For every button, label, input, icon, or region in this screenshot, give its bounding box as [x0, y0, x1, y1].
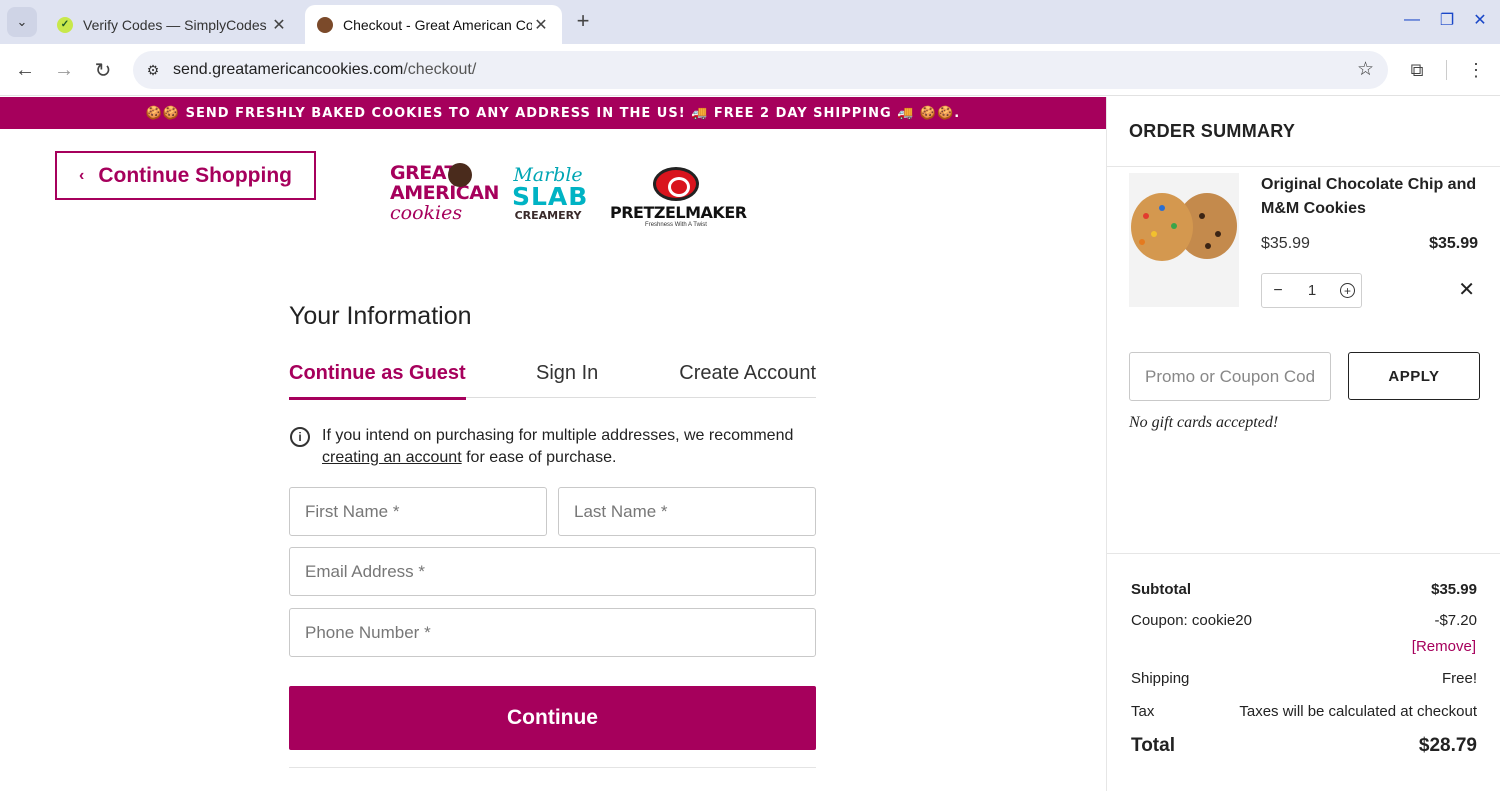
remove-item-close-icon[interactable]: ✕ — [1458, 277, 1475, 302]
note-text: If you intend on purchasing for multiple… — [322, 427, 794, 444]
subtotal-value: $35.99 — [1431, 581, 1477, 598]
browser-tab-checkout[interactable]: Checkout - Great American Cookies ✕ — [305, 5, 562, 44]
last-name-field[interactable] — [558, 487, 816, 536]
pretzelmaker-logo[interactable]: PRETZELMAKER Freshness With A Twist — [610, 167, 747, 233]
promo-banner: 🍪🍪 SEND FRESHLY BAKED COOKIES TO ANY ADD… — [0, 97, 1106, 129]
logo-text: AMERICAN — [390, 182, 499, 204]
continue-shopping-label: Continue Shopping — [98, 163, 292, 187]
tax-value: Taxes will be calculated at checkout — [1239, 703, 1477, 720]
cookie-icon — [317, 16, 333, 33]
coupon-label: Coupon: cookie20 — [1131, 612, 1252, 629]
tab-continue-as-guest[interactable]: Continue as Guest — [289, 362, 466, 400]
cookie-image-shape — [1131, 193, 1193, 261]
forward-arrow-icon[interactable]: → — [50, 56, 78, 84]
phone-field[interactable] — [289, 608, 816, 657]
total-value: $28.79 — [1418, 735, 1477, 756]
quantity-value[interactable]: 1 — [1302, 282, 1322, 299]
browser-toolbar: ← → ↻ ⚙ send.greatamericancookies.com/ch… — [0, 44, 1500, 96]
continue-button[interactable]: Continue — [289, 686, 816, 750]
info-note-text: If you intend on purchasing for multiple… — [322, 425, 816, 469]
restore-icon[interactable]: ❐ — [1435, 8, 1459, 32]
close-tab-icon[interactable]: ✕ — [532, 15, 550, 35]
apply-button[interactable]: APPLY — [1348, 352, 1480, 400]
divider — [289, 767, 816, 768]
tab-search-dropdown-button[interactable]: ⌄ — [7, 7, 37, 37]
pretzel-icon — [653, 167, 699, 201]
product-line-total: $35.99 — [1429, 235, 1478, 252]
chocolate-chip-dot — [1205, 243, 1211, 249]
page-title: Your Information — [289, 302, 472, 330]
info-icon: i — [290, 427, 310, 447]
marble-slab-creamery-logo[interactable]: Marble SLAB CREAMERY — [512, 165, 589, 229]
url-path: /checkout/ — [403, 61, 477, 78]
extensions-puzzle-icon[interactable]: ⧉ — [1404, 57, 1430, 83]
bookmark-star-icon[interactable]: ☆ — [1357, 58, 1374, 81]
candy-dot — [1139, 239, 1145, 245]
product-unit-price: $35.99 — [1261, 235, 1310, 252]
reload-icon[interactable]: ↻ — [89, 56, 117, 84]
auth-tabs: Continue as Guest Sign In Create Account — [289, 360, 816, 400]
divider — [1107, 553, 1500, 554]
candy-dot — [1159, 205, 1165, 211]
logo-text: CREAMERY — [514, 209, 582, 222]
gift-card-note: No gift cards accepted! — [1129, 414, 1279, 431]
url-text: send.greatamericancookies.com/checkout/ — [173, 61, 476, 79]
logo-text: PRETZELMAKER — [610, 203, 747, 222]
close-tab-icon[interactable]: ✕ — [270, 15, 288, 35]
order-summary-panel: ORDER SUMMARY Original Chocolate Chip an… — [1106, 97, 1500, 791]
minus-icon[interactable]: − — [1268, 281, 1288, 301]
quantity-stepper: − 1 + — [1261, 273, 1362, 308]
tab-title: Checkout - Great American Cookies — [343, 16, 532, 33]
promo-code-input[interactable] — [1129, 352, 1331, 401]
toolbar-divider — [1446, 60, 1447, 80]
cookie-icon — [448, 163, 472, 187]
browser-tab-bar: ⌄ ✓ Verify Codes — SimplyCodes ✕ Checkou… — [0, 0, 1500, 44]
new-tab-button[interactable]: + — [570, 8, 596, 34]
tab-title: Verify Codes — SimplyCodes — [83, 16, 267, 33]
creating-account-link[interactable]: creating an account — [322, 449, 462, 466]
site-info-icon[interactable]: ⚙ — [142, 59, 164, 81]
great-american-cookies-logo[interactable]: GREAT AMERICAN cookies — [390, 163, 499, 231]
minimize-icon[interactable]: — — [1400, 8, 1424, 32]
first-name-field[interactable] — [289, 487, 547, 536]
remove-coupon-link[interactable]: [Remove] — [1412, 638, 1476, 655]
logo-text: cookies — [390, 202, 463, 224]
chocolate-chip-dot — [1199, 213, 1205, 219]
address-bar[interactable]: ⚙ send.greatamericancookies.com/checkout… — [133, 51, 1388, 89]
logo-tagline: Freshness With A Twist — [645, 222, 707, 228]
kebab-menu-icon[interactable]: ⋮ — [1463, 57, 1489, 83]
chevron-left-icon: ‹ — [79, 166, 85, 184]
plus-icon[interactable]: + — [1340, 283, 1355, 298]
candy-dot — [1171, 223, 1177, 229]
continue-shopping-button[interactable]: ‹ Continue Shopping — [55, 151, 316, 200]
total-label: Total — [1131, 735, 1175, 756]
browser-tab-simplycodes[interactable]: ✓ Verify Codes — SimplyCodes ✕ — [45, 5, 300, 44]
tab-create-account[interactable]: Create Account — [679, 362, 816, 385]
order-summary-title: ORDER SUMMARY — [1129, 121, 1296, 141]
simplycodes-icon: ✓ — [57, 16, 73, 33]
shipping-label: Shipping — [1131, 670, 1190, 687]
back-arrow-icon[interactable]: ← — [11, 56, 39, 84]
divider — [1107, 166, 1500, 167]
chocolate-chip-dot — [1215, 231, 1221, 237]
tab-sign-in[interactable]: Sign In — [536, 362, 598, 385]
candy-dot — [1151, 231, 1157, 237]
url-host: send.greatamericancookies.com — [173, 61, 404, 78]
note-text: for ease of purchase. — [461, 449, 617, 466]
product-name[interactable]: Original Chocolate Chip and M&M Cookies — [1261, 173, 1486, 221]
tax-label: Tax — [1131, 703, 1155, 720]
candy-dot — [1143, 213, 1149, 219]
coupon-value: -$7.20 — [1434, 612, 1477, 629]
shipping-value: Free! — [1441, 670, 1477, 687]
subtotal-label: Subtotal — [1131, 581, 1191, 598]
product-image — [1129, 173, 1239, 307]
email-field[interactable] — [289, 547, 816, 596]
logo-text: SLAB — [512, 182, 589, 211]
close-window-icon[interactable]: ✕ — [1468, 8, 1492, 32]
